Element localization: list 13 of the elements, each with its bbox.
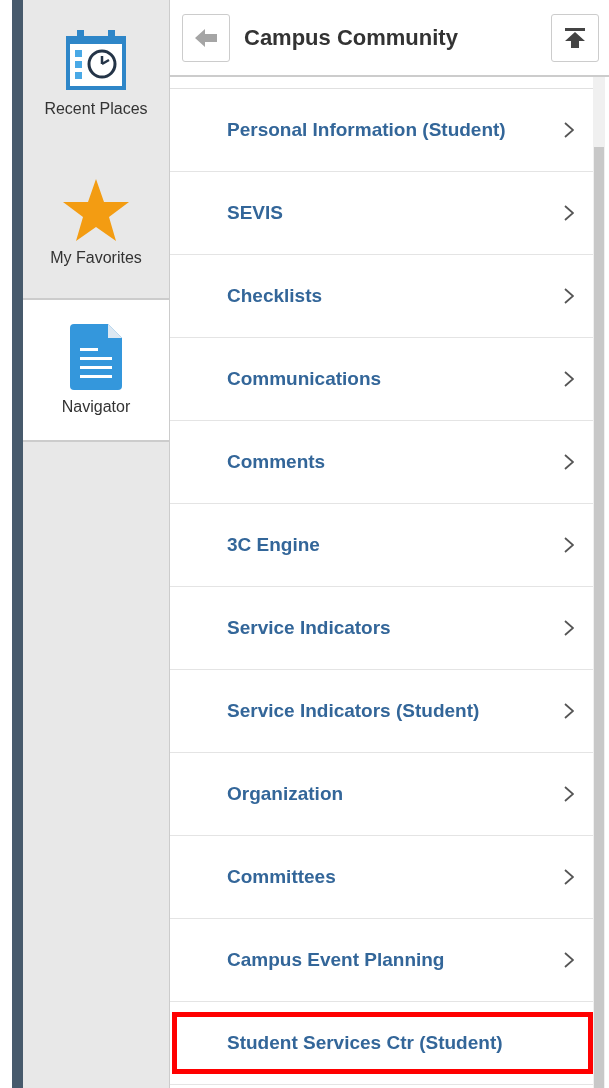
scrollbar[interactable] bbox=[593, 77, 605, 1088]
sidebar-tab[interactable]: Recent Places bbox=[23, 0, 169, 149]
document-icon bbox=[70, 324, 122, 390]
calendar-clock-icon bbox=[64, 30, 128, 92]
top-button[interactable] bbox=[551, 13, 599, 62]
arrow-to-top-icon bbox=[565, 27, 585, 48]
back-button[interactable] bbox=[182, 13, 230, 62]
star-icon bbox=[63, 179, 129, 241]
sidebar-tab[interactable]: Navigator bbox=[23, 298, 169, 442]
scroll-thumb[interactable] bbox=[594, 147, 604, 1088]
sidebar-tab[interactable]: My Favorites bbox=[23, 149, 169, 298]
left-arrow-icon bbox=[195, 28, 217, 47]
header-title: Campus Community bbox=[244, 24, 459, 51]
